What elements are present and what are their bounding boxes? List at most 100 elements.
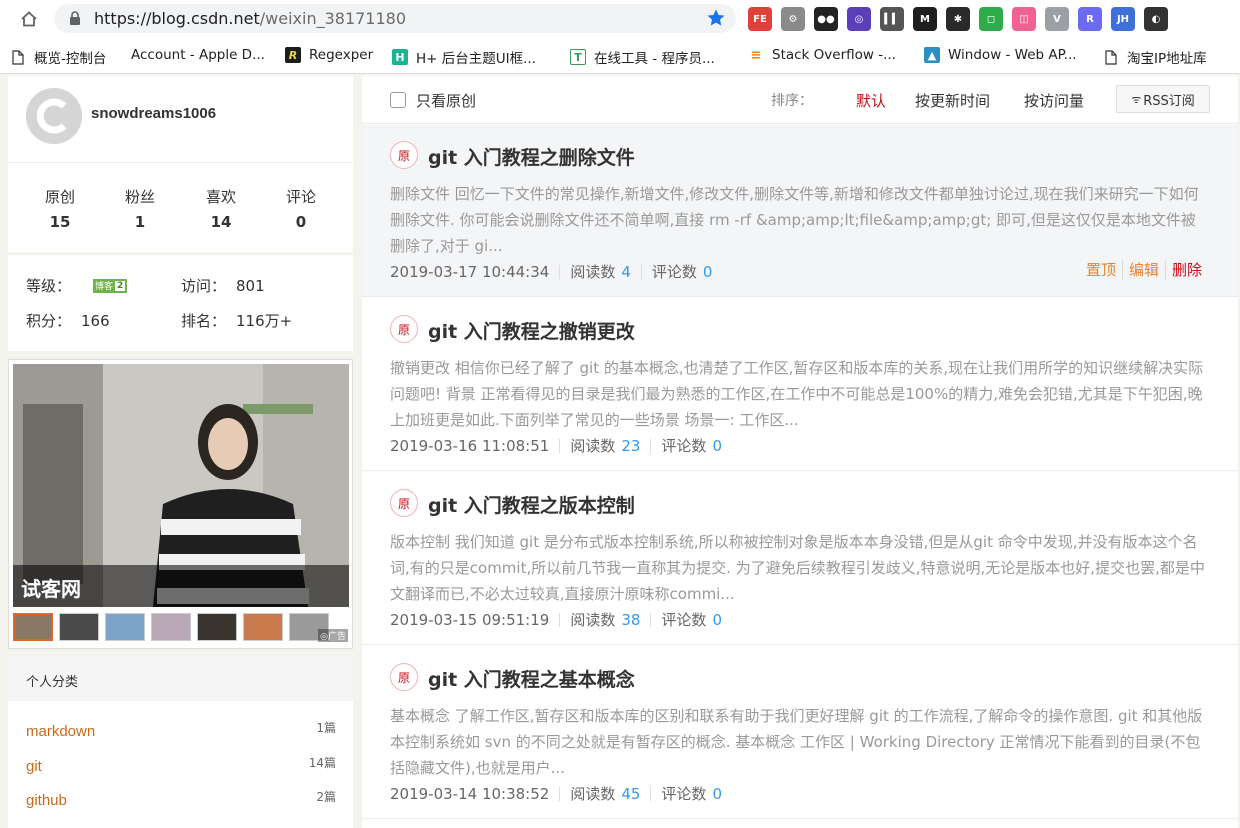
bookmark-item[interactable]: 概览-控制台 xyxy=(10,47,106,67)
stat-label: 喜欢 xyxy=(205,188,236,206)
stat-original[interactable]: 原创 15 xyxy=(20,186,100,231)
green-square-icon[interactable]: ◻ xyxy=(979,7,1003,31)
vue-devtools-icon[interactable]: V xyxy=(1045,7,1069,31)
profile-card: snowdreams1006 原创 15 粉丝 1 喜欢 14 评论 0 xyxy=(8,76,353,252)
bookmark-item[interactable]: R Regexper xyxy=(285,47,373,63)
bookmark-item[interactable]: 淘宝IP地址库 xyxy=(1103,47,1207,67)
delete-button[interactable]: 删除 xyxy=(1164,259,1208,280)
bookmarks-bar: 概览-控制台 Account - Apple D... R Regexper H… xyxy=(0,38,1240,74)
comments-label: 评论数 xyxy=(661,437,707,455)
ad-thumbnail[interactable] xyxy=(59,613,99,641)
page-icon xyxy=(1103,49,1119,65)
level-badge[interactable]: 博客 2 xyxy=(93,278,128,293)
recent-extension-icon[interactable]: ◐ xyxy=(1144,7,1168,31)
category-item[interactable]: markdown 1篇 xyxy=(26,721,336,745)
rss-button[interactable]: ᯤ RSS订阅 xyxy=(1116,85,1210,113)
article-title[interactable]: git 入门教程之基本概念 xyxy=(428,665,635,692)
points-info: 积分： 166 xyxy=(26,310,110,331)
article-meta: 2019-03-15 09:51:19 阅读数 38 评论数 0 xyxy=(390,609,722,630)
ad-thumbnail[interactable] xyxy=(197,613,237,641)
m-extension-icon[interactable]: M xyxy=(913,7,937,31)
avatar[interactable] xyxy=(26,88,82,144)
ad-thumbnail[interactable] xyxy=(105,613,145,641)
address-bar[interactable]: https://blog.csdn.net/weixin_38171180 xyxy=(54,4,736,33)
lock-icon[interactable] xyxy=(68,11,82,27)
sort-by-updated[interactable]: 按更新时间 xyxy=(915,90,990,111)
sort-by-views[interactable]: 按访问量 xyxy=(1024,90,1084,111)
ad-thumbnails xyxy=(13,613,329,641)
ad-thumbnail[interactable] xyxy=(151,613,191,641)
article-description[interactable]: 撤销更改 相信你已经了解了 git 的基本概念,也清楚了工作区,暂存区和版本库的… xyxy=(390,355,1210,433)
only-original-label[interactable]: 只看原创 xyxy=(416,90,476,111)
article-description[interactable]: 版本控制 我们知道 git 是分布式版本控制系统,所以称被控制对象是版本本身没错… xyxy=(390,529,1210,607)
category-item[interactable]: git 14篇 xyxy=(26,756,336,780)
visits-info: 访问： 801 xyxy=(181,275,265,296)
bookmark-item[interactable]: H H+ 后台主题UI框... xyxy=(392,47,536,67)
article-description[interactable]: 删除文件 回忆一下文件的常见操作,新增文件,修改文件,删除文件等,新增和修改文件… xyxy=(390,181,1210,259)
tool-icon: T xyxy=(570,49,586,65)
stat-value: 1 xyxy=(134,213,146,231)
mdn-icon: ▲ xyxy=(924,47,940,63)
stat-fans[interactable]: 粉丝 1 xyxy=(100,186,180,231)
category-name[interactable]: github xyxy=(26,792,67,809)
username[interactable]: snowdreams1006 xyxy=(91,105,216,122)
spiral-extension-icon[interactable]: ◎ xyxy=(847,7,871,31)
bookmark-star-icon[interactable] xyxy=(706,8,726,28)
article-title[interactable]: git 入门教程之删除文件 xyxy=(428,143,635,170)
bookmark-item[interactable]: ≡ Stack Overflow -... xyxy=(748,47,896,63)
ad-thumbnail[interactable] xyxy=(243,613,283,641)
ad-banner[interactable]: 试客网 ◎广告 xyxy=(8,359,353,649)
comments-label: 评论数 xyxy=(661,785,707,803)
home-icon[interactable] xyxy=(16,6,42,32)
pin-button[interactable]: 置顶 xyxy=(1080,259,1122,280)
article-item[interactable]: 原 git 入门教程之删除文件 删除文件 回忆一下文件的常见操作,新增文件,修改… xyxy=(362,125,1238,297)
category-count: 1篇 xyxy=(316,721,336,735)
url-text[interactable]: https://blog.csdn.net/weixin_38171180 xyxy=(94,9,406,28)
article-item[interactable]: 原 git 入门教程之版本控制 版本控制 我们知道 git 是分布式版本控制系统… xyxy=(362,473,1238,645)
category-name[interactable]: markdown xyxy=(26,723,95,740)
rank-label: 排名： xyxy=(181,312,227,330)
article-title[interactable]: git 入门教程之版本控制 xyxy=(428,491,635,518)
bookmark-item[interactable]: ▲ Window - Web AP... xyxy=(924,47,1077,63)
article-item[interactable]: 原 git 入门教程之撤销更改 撤销更改 相信你已经了解了 git 的基本概念,… xyxy=(362,299,1238,471)
ad-image[interactable]: 试客网 xyxy=(13,364,349,607)
r-extension-icon[interactable]: R xyxy=(1078,7,1102,31)
original-badge: 原 xyxy=(390,141,418,169)
bookmark-item[interactable]: T 在线工具 - 程序员... xyxy=(570,47,715,67)
category-item[interactable]: github 2篇 xyxy=(26,790,336,814)
article-meta: 2019-03-16 11:08:51 阅读数 23 评论数 0 xyxy=(390,435,722,456)
url-path: /weixin_38171180 xyxy=(259,9,407,28)
tampermonkey-icon[interactable]: ●● xyxy=(814,7,838,31)
ad-caption: 试客网 xyxy=(13,565,349,607)
article-meta: 2019-03-14 10:38:52 阅读数 45 评论数 0 xyxy=(390,783,722,804)
article-description[interactable]: 基本概念 了解工作区,暂存区和版本库的区别和联系有助于我们更好理解 git 的工… xyxy=(390,703,1210,781)
article-date: 2019-03-14 10:38:52 xyxy=(390,784,550,803)
article-item[interactable]: 原 git 入门教程之基本概念 基本概念 了解工作区,暂存区和版本库的区别和联系… xyxy=(362,647,1238,819)
color-picker-icon[interactable]: ✱ xyxy=(946,7,970,31)
sort-label: 排序： xyxy=(771,93,813,109)
category-name[interactable]: git xyxy=(26,758,42,775)
stat-comments[interactable]: 评论 0 xyxy=(261,186,341,231)
gear-extension-icon[interactable]: ⚙ xyxy=(781,7,805,31)
stat-label: 原创 xyxy=(44,188,75,206)
views-label: 阅读数 xyxy=(570,437,616,455)
level-info: 等级： 博客 2 xyxy=(26,275,128,296)
bookmark-item[interactable]: Account - Apple D... xyxy=(107,47,265,63)
article-date: 2019-03-15 09:51:19 xyxy=(390,610,550,629)
only-original-checkbox[interactable] xyxy=(390,92,406,108)
bars-extension-icon[interactable]: ▍▍ xyxy=(880,7,904,31)
visits-value: 801 xyxy=(236,276,265,295)
article-list: 只看原创 排序： 默认 按更新时间 按访问量 ᯤ RSS订阅 原 git 入门教… xyxy=(362,76,1238,828)
edit-button[interactable]: 编辑 xyxy=(1121,259,1165,280)
ad-thumbnail[interactable] xyxy=(13,613,53,641)
jh-extension-icon[interactable]: JH xyxy=(1111,7,1135,31)
article-actions: 置顶 编辑 删除 xyxy=(1080,259,1208,280)
stat-likes[interactable]: 喜欢 14 xyxy=(181,186,261,231)
sort-default[interactable]: 默认 xyxy=(856,90,886,111)
views-count: 23 xyxy=(621,436,641,455)
pink-tv-icon[interactable]: ◫ xyxy=(1012,7,1036,31)
level-label: 等级： xyxy=(26,277,72,295)
regexper-icon: R xyxy=(285,47,301,63)
fe-helper-icon[interactable]: FE xyxy=(748,7,772,31)
article-title[interactable]: git 入门教程之撤销更改 xyxy=(428,317,635,344)
